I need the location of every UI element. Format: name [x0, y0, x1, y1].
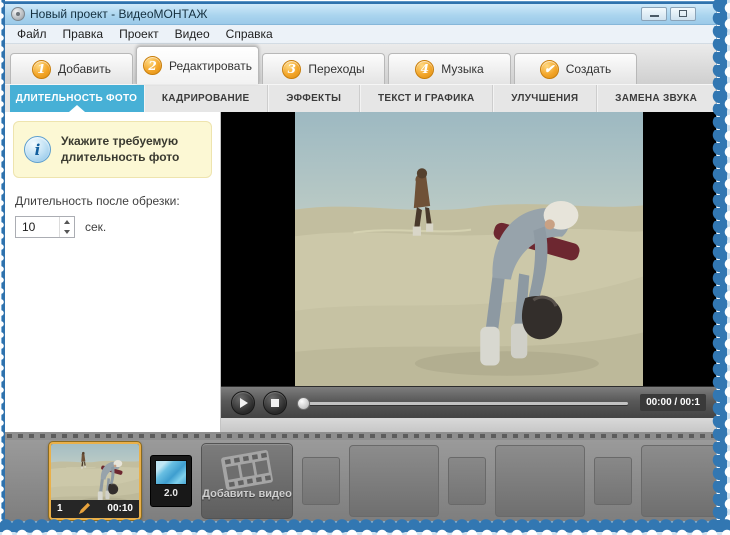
clip-duration: 00:10: [107, 503, 133, 514]
title-bar: Новый проект - ВидеоМОНТАЖ: [5, 3, 716, 25]
step-3-badge: 3: [282, 59, 302, 79]
main-tab-bar: 1 Добавить 2 Редактировать 3 Переходы 4 …: [5, 44, 716, 84]
empty-clip-slot: [641, 444, 716, 517]
video-preview: [221, 112, 716, 386]
seek-bar[interactable]: [295, 391, 632, 415]
sub-tab-bar: ДЛИТЕЛЬНОСТЬ ФОТО КАДРИРОВАНИЕ ЭФФЕКТЫ Т…: [5, 84, 716, 112]
minimize-button[interactable]: [641, 6, 667, 21]
tab-music-label: Музыка: [441, 62, 484, 76]
app-icon: [11, 6, 25, 21]
stepper-buttons: [59, 217, 74, 238]
empty-transition-slot: [594, 456, 632, 505]
subtab-photo-duration[interactable]: ДЛИТЕЛЬНОСТЬ ФОТО: [10, 85, 144, 112]
tab-create-label: Создать: [565, 62, 612, 76]
subtab-crop[interactable]: КАДРИРОВАНИЕ: [144, 85, 269, 112]
duration-field-label: Длительность после обрезки:: [15, 194, 180, 209]
duration-settings-panel: i Укажите требуемую длительность фото Дл…: [5, 112, 221, 432]
video-frame-image: [295, 112, 643, 386]
add-video-button[interactable]: Добавить видео: [201, 442, 293, 519]
subtab-sound-replace[interactable]: ЗАМЕНА ЗВУКА: [597, 85, 716, 112]
subtab-enhancements[interactable]: УЛУЧШЕНИЯ: [493, 85, 598, 112]
play-icon: [240, 397, 248, 408]
screenshot-frame: Новый проект - ВидеоМОНТАЖ Файл Правка П…: [0, 0, 730, 535]
window-controls: [641, 6, 710, 21]
edit-pencil-icon[interactable]: [63, 502, 108, 515]
time-display: 00:00 / 00:1: [640, 394, 706, 411]
step-1-badge: 1: [31, 59, 51, 79]
menu-video[interactable]: Видео: [167, 26, 218, 42]
minimize-icon: [649, 15, 659, 17]
duration-row: 10 сек.: [15, 216, 212, 239]
tab-edit[interactable]: 2 Редактировать: [136, 46, 259, 84]
timeline: 1 00:10 2.0 Добавить видео: [5, 432, 716, 521]
menu-edit[interactable]: Правка: [55, 26, 112, 42]
duration-stepper[interactable]: 10: [15, 216, 75, 239]
play-button[interactable]: [231, 390, 255, 415]
empty-transition-slot: [302, 456, 340, 505]
empty-clip-slot: [349, 444, 439, 517]
menu-project[interactable]: Проект: [111, 26, 167, 42]
menu-file[interactable]: Файл: [9, 26, 55, 42]
preview-column: 00:00 / 00:1: [221, 112, 716, 432]
stepper-down-icon[interactable]: [60, 227, 74, 237]
transition-duration: 2.0: [164, 487, 178, 499]
content-area: i Укажите требуемую длительность фото Дл…: [5, 112, 716, 432]
duration-unit: сек.: [85, 220, 107, 235]
tab-create[interactable]: ✔ Создать: [514, 53, 637, 84]
seek-handle[interactable]: [297, 396, 310, 410]
tab-transitions-label: Переходы: [308, 62, 365, 76]
info-icon: i: [24, 136, 51, 164]
tab-music[interactable]: 4 Музыка: [388, 53, 511, 84]
film-strip-icon: [218, 448, 276, 492]
clip-thumbnail-image: [51, 444, 139, 500]
clip-info-bar: 1 00:10: [51, 499, 139, 518]
info-box: i Укажите требуемую длительность фото: [13, 121, 212, 179]
timeline-tracks: 1 00:10 2.0 Добавить видео: [5, 440, 716, 521]
timeline-transition[interactable]: 2.0: [150, 454, 192, 507]
menu-bar: Файл Правка Проект Видео Справка: [5, 25, 716, 44]
window-title: Новый проект - ВидеоМОНТАЖ: [30, 6, 208, 21]
maximize-icon: [679, 10, 687, 17]
player-lower-strip: [221, 418, 716, 432]
check-badge: ✔: [539, 59, 559, 79]
empty-clip-slot: [495, 444, 585, 517]
tab-add-label: Добавить: [57, 62, 112, 76]
player-bar: 00:00 / 00:1: [221, 386, 716, 418]
seek-track: [309, 401, 629, 405]
stop-button[interactable]: [263, 390, 287, 415]
duration-value[interactable]: 10: [16, 217, 59, 237]
stop-icon: [271, 398, 279, 407]
menu-help[interactable]: Справка: [218, 26, 281, 42]
tab-transitions[interactable]: 3 Переходы: [262, 53, 385, 84]
app-window: Новый проект - ВидеоМОНТАЖ Файл Правка П…: [4, 2, 717, 522]
step-2-badge: 2: [143, 56, 163, 75]
tab-add[interactable]: 1 Добавить: [10, 53, 133, 84]
step-4-badge: 4: [415, 59, 435, 79]
tab-edit-label: Редактировать: [169, 58, 252, 73]
subtab-text-graphics[interactable]: ТЕКСТ И ГРАФИКА: [360, 85, 494, 112]
info-text: Укажите требуемую длительность фото: [61, 134, 180, 164]
subtab-effects[interactable]: ЭФФЕКТЫ: [268, 85, 361, 112]
empty-transition-slot: [448, 456, 486, 505]
timeline-clip-1[interactable]: 1 00:10: [49, 441, 141, 520]
film-perforation-strip: [5, 432, 716, 440]
add-video-label: Добавить видео: [202, 487, 292, 500]
transition-thumbnail: [155, 459, 187, 485]
maximize-button[interactable]: [670, 6, 696, 21]
stepper-up-icon[interactable]: [60, 217, 74, 227]
